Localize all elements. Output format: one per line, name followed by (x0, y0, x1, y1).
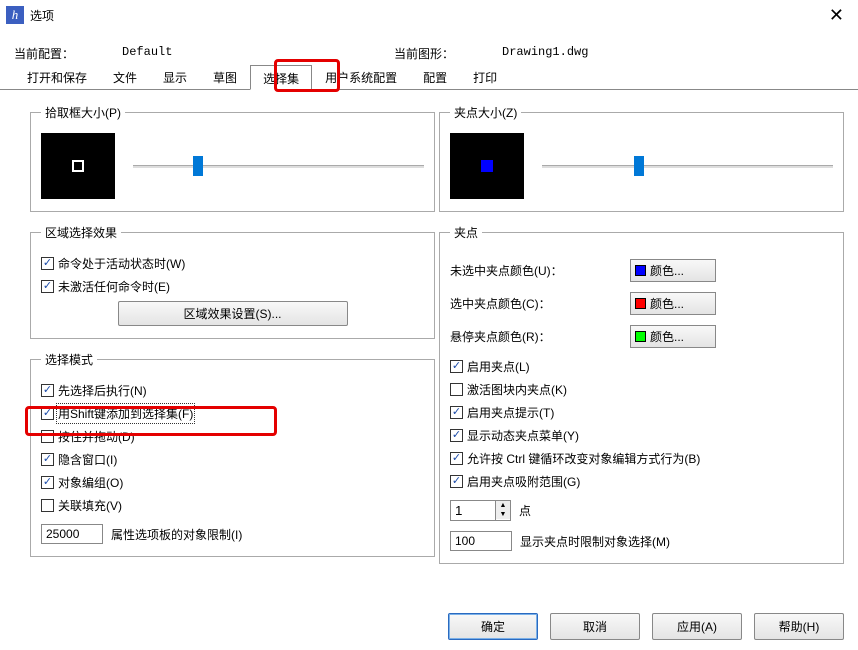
chk-ctrl-cycle-label: 允许按 Ctrl 键循环改变对象编辑方式行为(B) (467, 450, 700, 467)
cancel-button[interactable]: 取消 (550, 613, 640, 640)
grip-preview-square (481, 160, 493, 172)
chk-implied-window[interactable]: 隐含窗口(I) (41, 451, 424, 468)
group-region-effect: 区域选择效果 命令处于活动状态时(W) 未激活任何命令时(E) 区域效果设置(S… (30, 224, 435, 339)
pickbox-legend: 拾取框大小(P) (41, 104, 125, 121)
prop-limit-label: 属性选项板的对象限制(I) (111, 526, 242, 543)
current-config-value: Default (122, 45, 172, 62)
tab-bar: 打开和保存 文件 显示 草图 选择集 用户系统配置 配置 打印 (0, 64, 858, 90)
chk-grip-tips-label: 启用夹点提示(T) (467, 404, 554, 421)
chk-enable-grips[interactable]: 启用夹点(L) (450, 358, 833, 375)
tab-display[interactable]: 显示 (150, 64, 200, 89)
grips-legend: 夹点 (450, 224, 482, 241)
ok-button[interactable]: 确定 (448, 613, 538, 640)
checkbox-icon (450, 452, 463, 465)
grip-limit-label: 显示夹点时限制对象选择(M) (520, 533, 670, 550)
grip-slider[interactable] (542, 156, 833, 176)
right-column: 夹点大小(Z) 夹点 未选中夹点颜色(U)： 颜色... (439, 104, 844, 576)
current-config-label: 当前配置： (14, 45, 74, 62)
close-icon[interactable]: ✕ (823, 5, 850, 26)
checkbox-icon (450, 360, 463, 373)
prop-limit-input[interactable] (41, 524, 103, 544)
checkbox-icon (450, 383, 463, 396)
group-grips: 夹点 未选中夹点颜色(U)： 颜色... 选中夹点颜色(C)： 颜色... 悬停… (439, 224, 844, 564)
chk-grip-tips[interactable]: 启用夹点提示(T) (450, 404, 833, 421)
chk-enable-grips-label: 启用夹点(L) (467, 358, 530, 375)
apply-button[interactable]: 应用(A) (652, 613, 742, 640)
select-legend: 选择模式 (41, 351, 97, 368)
group-grip-size: 夹点大小(Z) (439, 104, 844, 212)
unsel-grip-color-button[interactable]: 颜色... (630, 259, 716, 282)
color-btn-text: 颜色... (650, 295, 684, 312)
chk-no-active[interactable]: 未激活任何命令时(E) (41, 278, 424, 295)
chk-object-group[interactable]: 对象编组(O) (41, 474, 424, 491)
pickbox-slider[interactable] (133, 156, 424, 176)
spinner-buttons[interactable]: ▲▼ (495, 501, 510, 520)
chk-dyn-grip-menu[interactable]: 显示动态夹点菜单(Y) (450, 427, 833, 444)
grip-range-spinner[interactable]: ▲▼ (450, 500, 511, 521)
group-select-mode: 选择模式 先选择后执行(N) 用Shift键添加到选择集(F) 按住并拖动(D)… (30, 351, 435, 557)
titlebar: h 选项 ✕ (0, 0, 858, 30)
current-drawing-value: Drawing1.dwg (502, 45, 588, 62)
checkbox-icon (41, 384, 54, 397)
help-button[interactable]: 帮助(H) (754, 613, 844, 640)
region-legend: 区域选择效果 (41, 224, 121, 241)
grip-range-label: 点 (519, 502, 531, 519)
tab-profile[interactable]: 配置 (410, 64, 460, 89)
dialog-footer: 确定 取消 应用(A) 帮助(H) (448, 613, 844, 640)
chk-active-cmd[interactable]: 命令处于活动状态时(W) (41, 255, 424, 272)
chk-dyn-grip-menu-label: 显示动态夹点菜单(Y) (467, 427, 579, 444)
pickbox-preview-square (72, 160, 84, 172)
checkbox-icon (450, 475, 463, 488)
chk-grips-in-block-label: 激活图块内夹点(K) (467, 381, 567, 398)
highlight-shift-add (25, 406, 277, 436)
app-icon: h (6, 6, 24, 24)
checkbox-icon (41, 257, 54, 270)
unsel-grip-color-label: 未选中夹点颜色(U)： (450, 262, 630, 279)
checkbox-icon (41, 280, 54, 293)
chk-object-group-label: 对象编组(O) (58, 474, 123, 491)
chk-ctrl-cycle[interactable]: 允许按 Ctrl 键循环改变对象编辑方式行为(B) (450, 450, 833, 467)
color-swatch-icon (635, 265, 646, 276)
chk-grips-in-block[interactable]: 激活图块内夹点(K) (450, 381, 833, 398)
checkbox-icon (450, 406, 463, 419)
tab-sketch[interactable]: 草图 (200, 64, 250, 89)
sel-grip-color-label: 选中夹点颜色(C)： (450, 295, 630, 312)
checkbox-icon (41, 476, 54, 489)
color-btn-text: 颜色... (650, 262, 684, 279)
tab-open-save[interactable]: 打开和保存 (14, 64, 100, 89)
chk-grip-attract-label: 启用夹点吸附范围(G) (467, 473, 580, 490)
color-swatch-icon (635, 331, 646, 342)
region-settings-button[interactable]: 区域效果设置(S)... (118, 301, 348, 326)
config-info-row: 当前配置： Default 当前图形： Drawing1.dwg (0, 42, 858, 64)
chk-pre-select[interactable]: 先选择后执行(N) (41, 382, 424, 399)
current-drawing-label: 当前图形： (394, 45, 454, 62)
chk-active-cmd-label: 命令处于活动状态时(W) (58, 255, 185, 272)
left-column: 拾取框大小(P) 区域选择效果 命令处于活动状态时(W) 未激活任何命令时(E) (30, 104, 435, 576)
checkbox-icon (41, 499, 54, 512)
hover-grip-color-button[interactable]: 颜色... (630, 325, 716, 348)
grip-preview (450, 133, 524, 199)
grip-size-legend: 夹点大小(Z) (450, 104, 521, 121)
group-pickbox-size: 拾取框大小(P) (30, 104, 435, 212)
chk-assoc-hatch-label: 关联填充(V) (58, 497, 122, 514)
grip-range-input[interactable] (451, 501, 495, 520)
hover-grip-color-label: 悬停夹点颜色(R)： (450, 328, 630, 345)
chk-assoc-hatch[interactable]: 关联填充(V) (41, 497, 424, 514)
sel-grip-color-button[interactable]: 颜色... (630, 292, 716, 315)
chk-pre-select-label: 先选择后执行(N) (58, 382, 147, 399)
tab-file[interactable]: 文件 (100, 64, 150, 89)
checkbox-icon (450, 429, 463, 442)
grip-limit-input[interactable] (450, 531, 512, 551)
chk-no-active-label: 未激活任何命令时(E) (58, 278, 170, 295)
pickbox-preview (41, 133, 115, 199)
chk-implied-window-label: 隐含窗口(I) (58, 451, 117, 468)
color-btn-text: 颜色... (650, 328, 684, 345)
highlight-tab (274, 59, 340, 92)
chk-grip-attract[interactable]: 启用夹点吸附范围(G) (450, 473, 833, 490)
checkbox-icon (41, 453, 54, 466)
tab-print[interactable]: 打印 (460, 64, 510, 89)
window-title: 选项 (30, 7, 823, 24)
color-swatch-icon (635, 298, 646, 309)
